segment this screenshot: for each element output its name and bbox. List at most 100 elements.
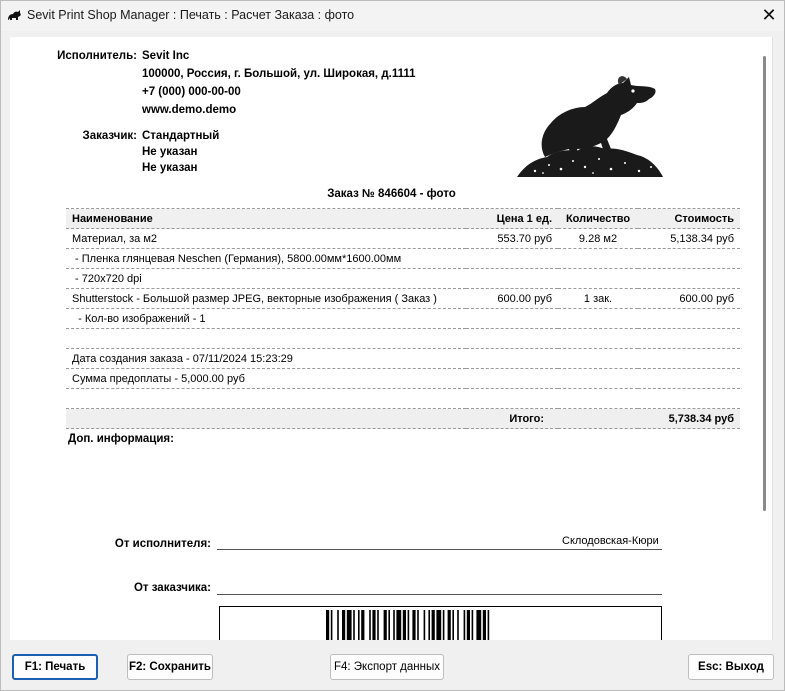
print-button[interactable]: F1: Печать bbox=[12, 654, 98, 680]
barcode-box bbox=[219, 606, 662, 640]
row-name: - Кол-во изображений - 1 bbox=[66, 308, 466, 329]
executor-signature-line bbox=[217, 549, 662, 550]
table-row bbox=[66, 328, 740, 349]
barcode-bar bbox=[452, 610, 454, 640]
executor-signature-name: Склодовская-Кюри bbox=[562, 535, 659, 547]
row-price bbox=[466, 328, 558, 349]
window-title: Sevit Print Shop Manager : Печать : Расч… bbox=[27, 8, 355, 22]
exit-button[interactable]: Esc: Выход bbox=[688, 654, 774, 680]
barcode-bar bbox=[412, 610, 416, 640]
row-cost bbox=[638, 388, 740, 409]
barcode-bar bbox=[457, 610, 459, 640]
row-name bbox=[66, 328, 466, 349]
table-row bbox=[66, 388, 740, 409]
row-cost: 5,138.34 руб bbox=[638, 228, 740, 249]
total-label: Итого: bbox=[466, 408, 558, 429]
barcode-bar bbox=[369, 610, 371, 640]
row-price bbox=[466, 348, 558, 369]
barcode-bar bbox=[358, 610, 360, 640]
row-cost bbox=[638, 268, 740, 289]
extra-info-label: Доп. информация: bbox=[68, 433, 174, 445]
table-row: - 720x720 dpi bbox=[66, 268, 740, 289]
barcode-bar bbox=[396, 610, 402, 640]
total-row: Итого: 5,738.34 руб bbox=[66, 408, 740, 429]
rat-icon bbox=[8, 10, 21, 20]
row-quantity bbox=[558, 388, 638, 409]
table-row: - Кол-во изображений - 1 bbox=[66, 308, 740, 329]
row-cost bbox=[638, 368, 740, 389]
column-header-quantity: Количество bbox=[558, 208, 638, 229]
executor-phone: +7 (000) 000-00-00 bbox=[142, 86, 241, 98]
row-name: Сумма предоплаты - 5,000.00 руб bbox=[66, 368, 466, 389]
barcode-bar bbox=[436, 610, 442, 640]
barcode-bar bbox=[428, 610, 430, 640]
row-name: Дата создания заказа - 07/11/2024 15:23:… bbox=[66, 348, 466, 369]
row-quantity bbox=[558, 308, 638, 329]
row-name: Shutterstock - Большой размер JPEG, вект… bbox=[66, 288, 466, 309]
row-quantity bbox=[558, 268, 638, 289]
row-cost: 600.00 руб bbox=[638, 288, 740, 309]
barcode-bar bbox=[353, 610, 355, 640]
row-price bbox=[466, 268, 558, 289]
save-button[interactable]: F2: Сохранить bbox=[127, 654, 213, 680]
customer-signature-label: От заказчика: bbox=[133, 582, 211, 594]
column-header-cost: Стоимость bbox=[638, 208, 740, 229]
table-header-row: Наименование Цена 1 ед. Количество Стоим… bbox=[66, 208, 740, 229]
table-row: Дата создания заказа - 07/11/2024 15:23:… bbox=[66, 348, 740, 369]
row-cost bbox=[638, 308, 740, 329]
table-row: - Пленка глянцевая Neschen (Германия), 5… bbox=[66, 248, 740, 269]
app-window: Sevit Print Shop Manager : Печать : Расч… bbox=[0, 0, 785, 691]
row-cost bbox=[638, 328, 740, 349]
total-value: 5,738.34 руб bbox=[638, 408, 740, 429]
customer-line3: Не указан bbox=[142, 162, 198, 174]
barcode-bar bbox=[423, 610, 426, 640]
barcode-bar bbox=[476, 610, 482, 640]
barcode-bar bbox=[447, 610, 451, 640]
customer-name: Стандартный bbox=[142, 130, 220, 142]
export-button[interactable]: F4: Экспорт данных bbox=[330, 654, 444, 680]
row-price bbox=[466, 308, 558, 329]
vertical-scrollbar[interactable] bbox=[763, 56, 766, 511]
executor-name: Sevit Inc bbox=[142, 50, 190, 62]
barcode-bar bbox=[466, 610, 470, 640]
barcode-bar bbox=[482, 610, 486, 640]
row-price: 600.00 руб bbox=[466, 288, 558, 309]
executor-website: www.demo.demo bbox=[142, 104, 237, 116]
barcode-bar bbox=[471, 610, 474, 640]
document-preview[interactable]: Исполнитель: Sevit Inc 100000, Россия, г… bbox=[10, 37, 773, 640]
row-quantity: 1 зак. bbox=[558, 288, 638, 309]
row-quantity bbox=[558, 368, 638, 389]
barcode-bar bbox=[487, 610, 490, 640]
row-cost bbox=[638, 348, 740, 369]
barcode-bar bbox=[393, 610, 395, 640]
executor-label: Исполнитель: bbox=[57, 50, 137, 62]
close-icon: ✕ bbox=[761, 5, 777, 25]
barcode-bar bbox=[361, 610, 365, 640]
title-bar: Sevit Print Shop Manager : Печать : Расч… bbox=[1, 1, 784, 31]
column-header-name: Наименование bbox=[66, 208, 466, 229]
row-price bbox=[466, 248, 558, 269]
barcode-bar bbox=[417, 610, 419, 640]
row-quantity bbox=[558, 248, 638, 269]
order-title: Заказ № 846604 - фото bbox=[327, 188, 456, 200]
table-row: Сумма предоплаты - 5,000.00 руб bbox=[66, 368, 740, 389]
barcode-bar bbox=[383, 610, 387, 640]
row-name bbox=[66, 388, 466, 409]
close-button[interactable]: ✕ bbox=[753, 1, 785, 30]
barcode-bar bbox=[372, 610, 376, 640]
executor-signature-label: От исполнителя: bbox=[114, 538, 211, 550]
customer-line2: Не указан bbox=[142, 146, 198, 158]
column-header-price: Цена 1 ед. bbox=[466, 208, 558, 229]
executor-address: 100000, Россия, г. Большой, ул. Широкая,… bbox=[142, 68, 416, 80]
row-quantity bbox=[558, 348, 638, 369]
barcode-bar bbox=[407, 610, 410, 640]
barcode-image bbox=[326, 610, 490, 640]
customer-signature-line bbox=[217, 594, 662, 595]
barcode-bar bbox=[463, 610, 466, 640]
row-price bbox=[466, 368, 558, 389]
row-cost bbox=[638, 248, 740, 269]
order-items-table: Наименование Цена 1 ед. Количество Стоим… bbox=[66, 208, 740, 429]
barcode-bar bbox=[402, 610, 406, 640]
row-quantity bbox=[558, 328, 638, 349]
barcode-bar bbox=[388, 610, 390, 640]
